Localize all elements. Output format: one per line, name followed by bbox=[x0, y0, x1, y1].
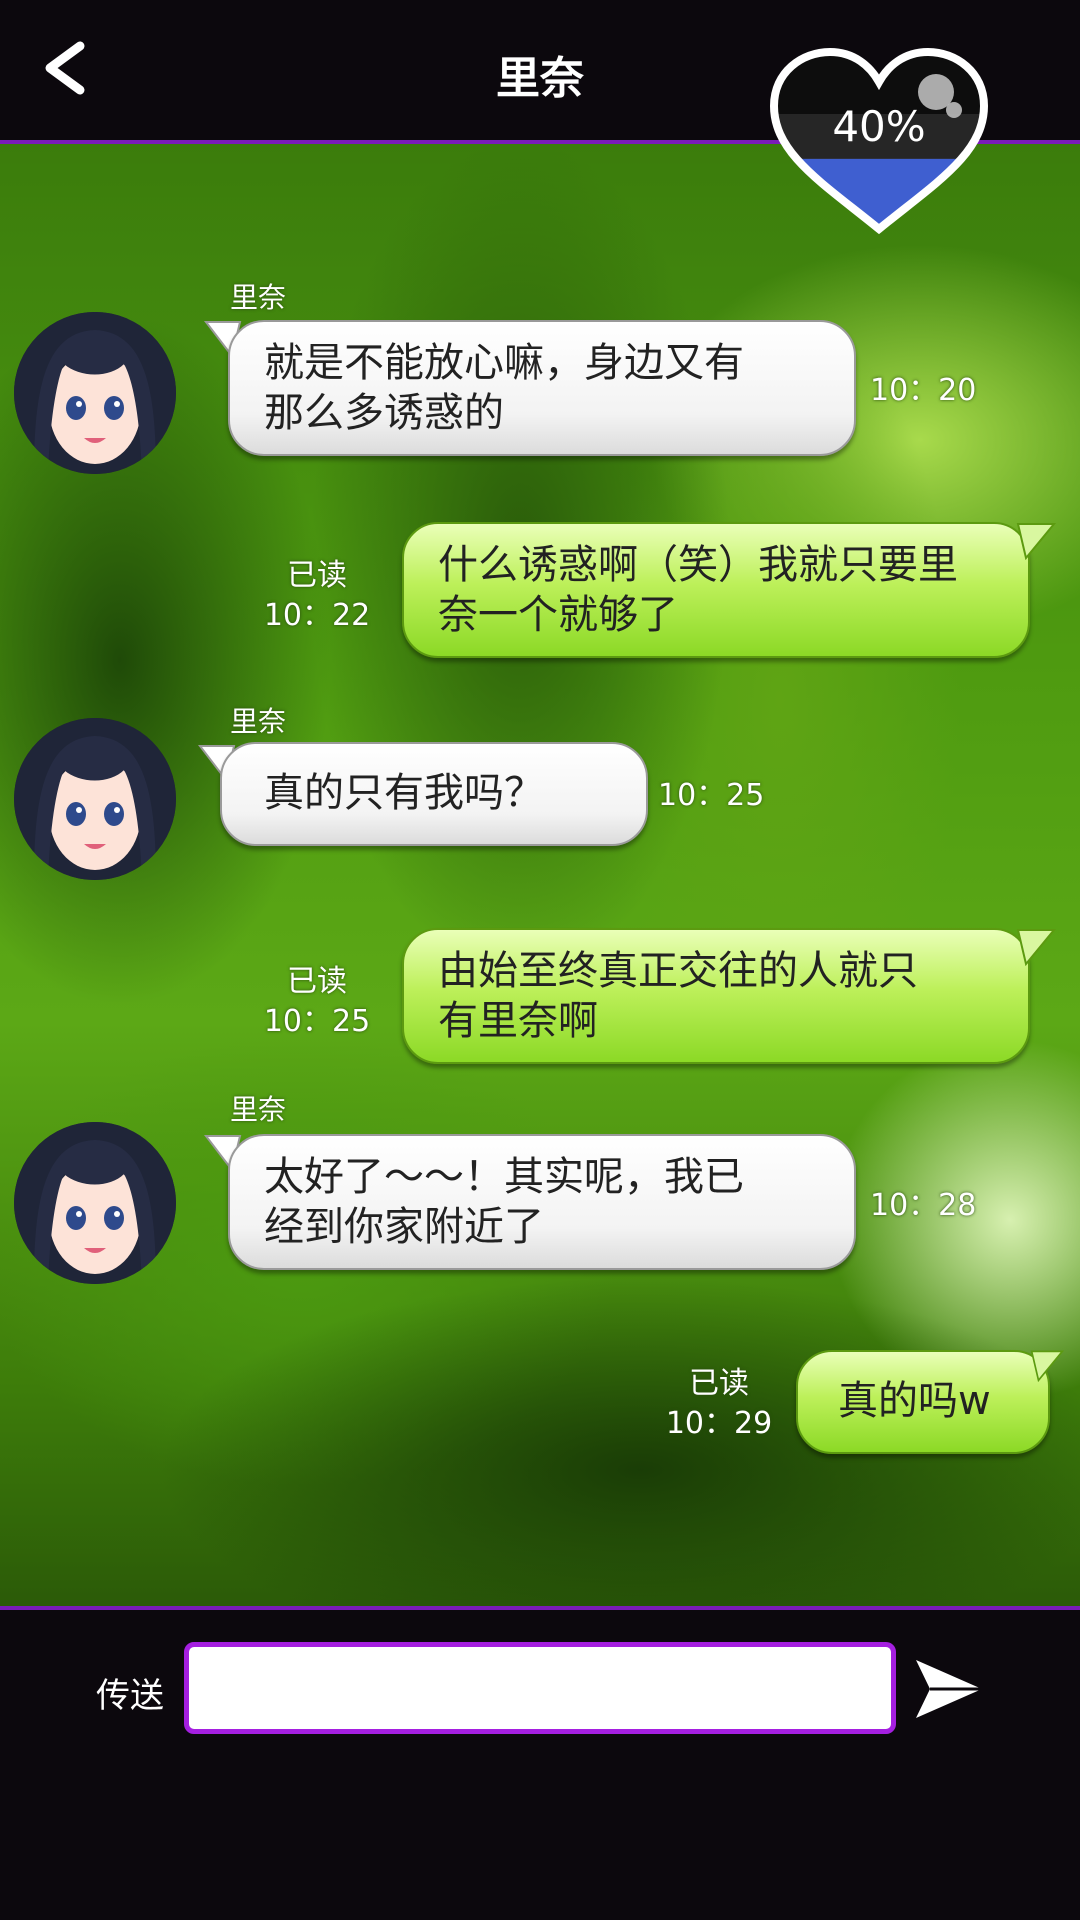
avatar bbox=[14, 1122, 176, 1284]
message-input[interactable] bbox=[184, 1642, 896, 1734]
message-time: 10：22 bbox=[263, 598, 371, 633]
message-bubble-outgoing: 真的吗w bbox=[796, 1350, 1050, 1454]
send-label: 传送 bbox=[96, 1676, 164, 1716]
message-bubble-incoming: 太好了～～！其实呢，我已 经到你家附近了 bbox=[228, 1134, 856, 1270]
message-bubble-outgoing: 由始至终真正交往的人就只 有里奈啊 bbox=[402, 928, 1030, 1064]
read-receipt: 已读 10：29 bbox=[664, 1364, 774, 1444]
send-button[interactable] bbox=[912, 1656, 986, 1722]
read-receipt: 已读 10：25 bbox=[262, 962, 372, 1042]
affection-meter: 40% bbox=[764, 44, 994, 244]
read-status: 已读 bbox=[287, 558, 347, 593]
message-line: 那么多诱惑的 bbox=[264, 390, 504, 436]
message-time: 10：25 bbox=[263, 1004, 371, 1039]
message-line: 有里奈啊 bbox=[438, 998, 598, 1044]
message-line: 太好了～～！其实呢，我已 bbox=[264, 1154, 744, 1200]
message-time: 10：28 bbox=[870, 1188, 977, 1223]
message-line: 什么诱惑啊（笑）我就只要里 bbox=[438, 542, 958, 588]
read-status: 已读 bbox=[287, 964, 347, 999]
message-line: 真的只有我吗？ bbox=[264, 770, 544, 816]
message-time: 10：29 bbox=[665, 1406, 773, 1441]
message-line: 奈一个就够了 bbox=[438, 592, 678, 638]
affection-percent: 40% bbox=[832, 102, 926, 151]
read-status: 已读 bbox=[689, 1366, 749, 1401]
message-bubble-outgoing: 什么诱惑啊（笑）我就只要里 奈一个就够了 bbox=[402, 522, 1030, 658]
message-bubble-incoming: 就是不能放心嘛，身边又有 那么多诱惑的 bbox=[228, 320, 856, 456]
message-line: 由始至终真正交往的人就只 bbox=[438, 948, 918, 994]
chat-area[interactable]: 里奈 就是不能放心嘛，身边又有 那么多诱惑的 10：20 已读 10：22 什么… bbox=[0, 140, 1080, 1610]
message-time: 10：25 bbox=[658, 778, 765, 813]
sender-name: 里奈 bbox=[230, 1093, 287, 1126]
message-line: 就是不能放心嘛，身边又有 bbox=[264, 340, 744, 386]
message-time: 10：20 bbox=[870, 373, 977, 408]
avatar bbox=[14, 312, 176, 474]
avatar bbox=[14, 718, 176, 880]
message-line: 真的吗w bbox=[838, 1378, 991, 1424]
read-receipt: 已读 10：22 bbox=[262, 556, 372, 636]
message-bubble-incoming: 真的只有我吗？ bbox=[220, 742, 648, 846]
message-line: 经到你家附近了 bbox=[264, 1204, 544, 1250]
sender-name: 里奈 bbox=[230, 281, 287, 314]
sender-name: 里奈 bbox=[230, 705, 287, 738]
